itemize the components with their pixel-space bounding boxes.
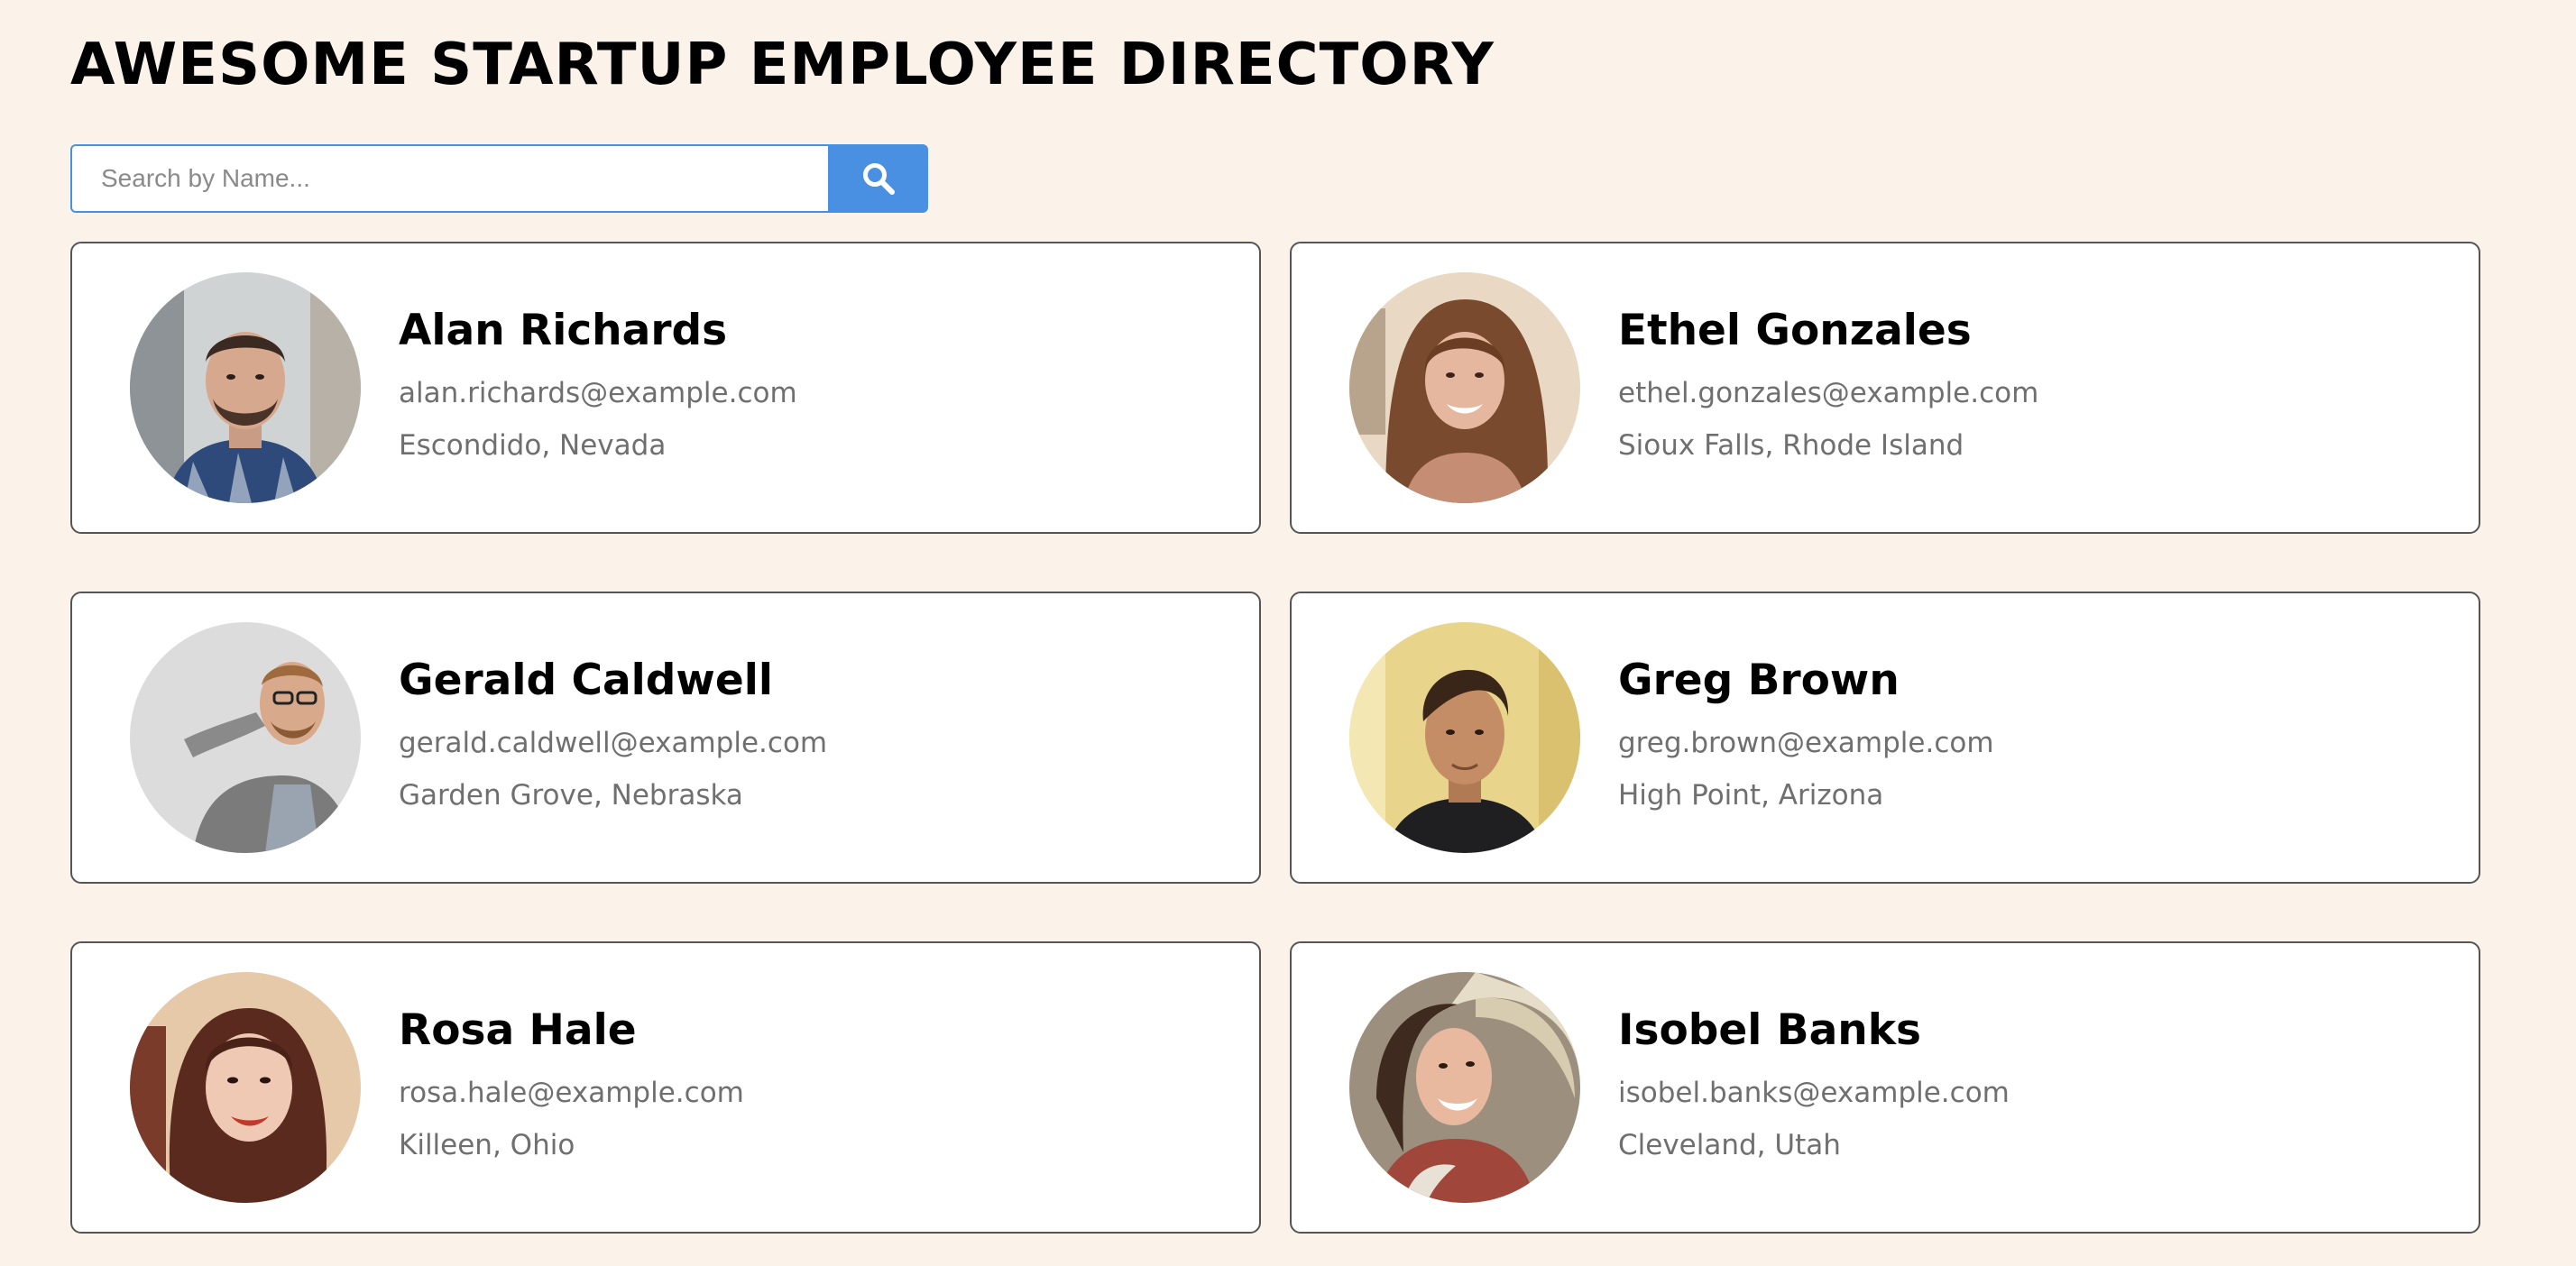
employee-email: gerald.caldwell@example.com	[399, 727, 828, 759]
employee-location: Garden Grove, Nebraska	[399, 779, 743, 812]
employee-card[interactable]: Gerald Caldwell gerald.caldwell@example.…	[70, 592, 1261, 884]
employee-location: Killeen, Ohio	[399, 1129, 575, 1161]
employee-name: Greg Brown	[1618, 656, 1900, 705]
employee-avatar	[130, 272, 361, 503]
search-button[interactable]	[828, 144, 928, 213]
employee-card[interactable]: Alan Richards alan.richards@example.com …	[70, 242, 1261, 534]
employee-name: Ethel Gonzales	[1618, 306, 1972, 355]
employee-info: Alan Richards alan.richards@example.com …	[399, 304, 797, 472]
employee-location: Escondido, Nevada	[399, 429, 667, 462]
employee-info: Isobel Banks isobel.banks@example.com Cl…	[1618, 1004, 2010, 1171]
page-title: AWESOME STARTUP EMPLOYEE DIRECTORY	[70, 32, 1495, 98]
employee-avatar	[1349, 972, 1580, 1203]
employee-location: High Point, Arizona	[1618, 779, 1884, 812]
employee-email: isobel.banks@example.com	[1618, 1077, 2010, 1109]
employee-email: rosa.hale@example.com	[399, 1077, 744, 1109]
employee-avatar	[130, 622, 361, 853]
employee-email: alan.richards@example.com	[399, 377, 797, 409]
employee-name: Gerald Caldwell	[399, 656, 773, 705]
search-bar	[70, 144, 928, 213]
employee-location: Cleveland, Utah	[1618, 1129, 1841, 1161]
employee-info: Gerald Caldwell gerald.caldwell@example.…	[399, 654, 827, 821]
employee-card[interactable]: Ethel Gonzales ethel.gonzales@example.co…	[1290, 242, 2480, 534]
employee-card[interactable]: Greg Brown greg.brown@example.com High P…	[1290, 592, 2480, 884]
employee-grid: Alan Richards alan.richards@example.com …	[70, 242, 2480, 1234]
employee-info: Greg Brown greg.brown@example.com High P…	[1618, 654, 1994, 821]
employee-email: ethel.gonzales@example.com	[1618, 377, 2039, 409]
employee-name: Alan Richards	[399, 306, 728, 355]
search-icon	[862, 163, 895, 195]
employee-info: Rosa Hale rosa.hale@example.com Killeen,…	[399, 1004, 744, 1171]
employee-avatar	[1349, 272, 1580, 503]
employee-info: Ethel Gonzales ethel.gonzales@example.co…	[1618, 304, 2038, 472]
search-input[interactable]	[70, 144, 828, 213]
employee-card[interactable]: Rosa Hale rosa.hale@example.com Killeen,…	[70, 941, 1261, 1234]
employee-name: Rosa Hale	[399, 1005, 637, 1055]
employee-location: Sioux Falls, Rhode Island	[1618, 429, 1964, 462]
employee-card[interactable]: Isobel Banks isobel.banks@example.com Cl…	[1290, 941, 2480, 1234]
employee-avatar	[1349, 622, 1580, 853]
employee-email: greg.brown@example.com	[1618, 727, 1994, 759]
employee-avatar	[130, 972, 361, 1203]
directory-page: AWESOME STARTUP EMPLOYEE DIRECTORY Searc…	[0, 0, 2576, 1266]
employee-name: Isobel Banks	[1618, 1005, 1921, 1055]
